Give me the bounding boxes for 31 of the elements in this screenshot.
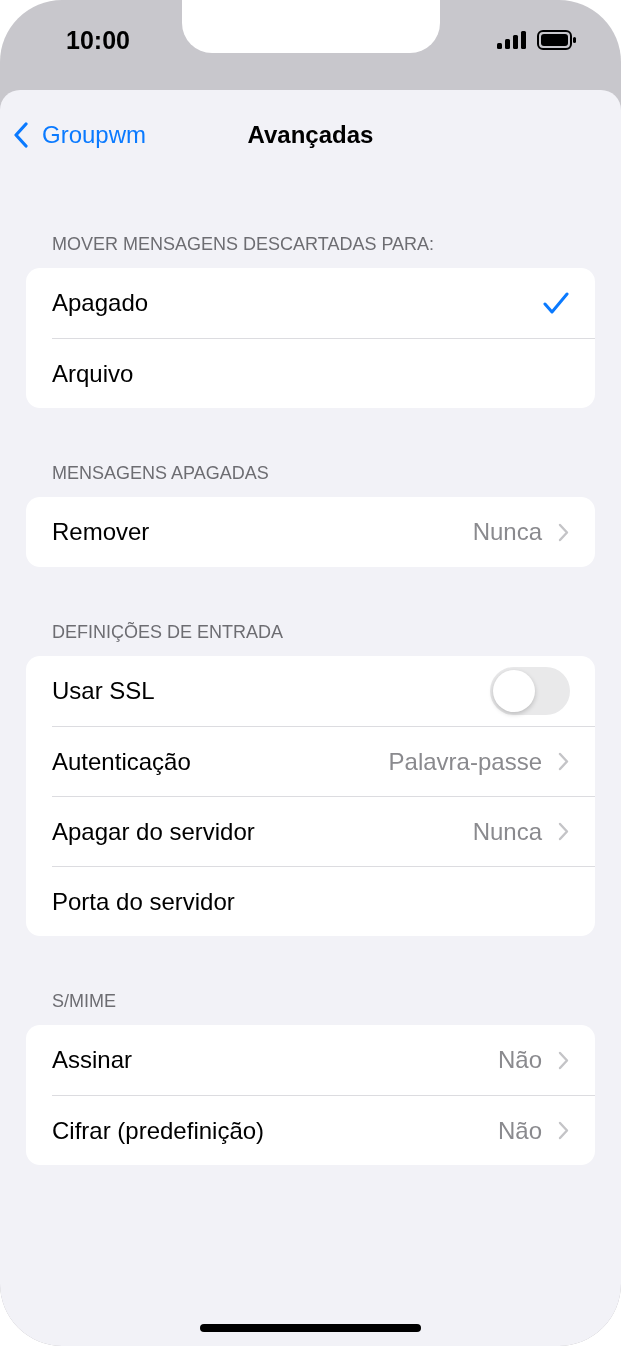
chevron-right-icon [558, 1121, 569, 1140]
signal-icon [497, 31, 527, 49]
battery-icon [537, 30, 577, 50]
back-button[interactable]: Groupwm [14, 121, 147, 149]
chevron-right-icon [558, 1050, 569, 1070]
section-header: MOVER MENSAGENS DESCARTADAS PARA: [52, 233, 436, 255]
row-label[interactable]: Apagar do servidor [52, 817, 473, 846]
row-label[interactable]: Remover [52, 518, 473, 546]
section-header: S/MIME [52, 990, 117, 1012]
status-time: 10:00 [66, 26, 130, 55]
back-chevron-icon [14, 122, 28, 148]
row-label[interactable]: Usar SSL [52, 677, 490, 705]
home-indicator[interactable] [200, 1324, 421, 1332]
row-label[interactable]: Cifrar (predefinição) [52, 1116, 498, 1145]
row-value: Palavra-passe [388, 747, 542, 776]
section-header: DEFINIÇÕES DE ENTRADA [52, 621, 285, 643]
chevron-right-icon [558, 822, 569, 841]
row-value: Nunca [472, 518, 542, 546]
screen-title: Avançadas [247, 121, 374, 149]
row-value: Não [497, 1116, 542, 1145]
row-label[interactable]: Arquivo [52, 359, 569, 388]
chevron-right-icon [558, 522, 569, 542]
section-header: MENSAGENS APAGADAS [52, 462, 270, 484]
row-value: Nunca [472, 817, 542, 846]
row-label[interactable]: Apagado [52, 289, 543, 317]
row-value: Não [497, 1046, 542, 1074]
row-label[interactable]: Porta do servidor [52, 887, 569, 916]
toggle-switch[interactable] [490, 667, 570, 715]
chevron-right-icon [558, 752, 569, 771]
row-label[interactable]: Autenticação [52, 747, 389, 776]
row-label[interactable]: Assinar [52, 1046, 498, 1074]
